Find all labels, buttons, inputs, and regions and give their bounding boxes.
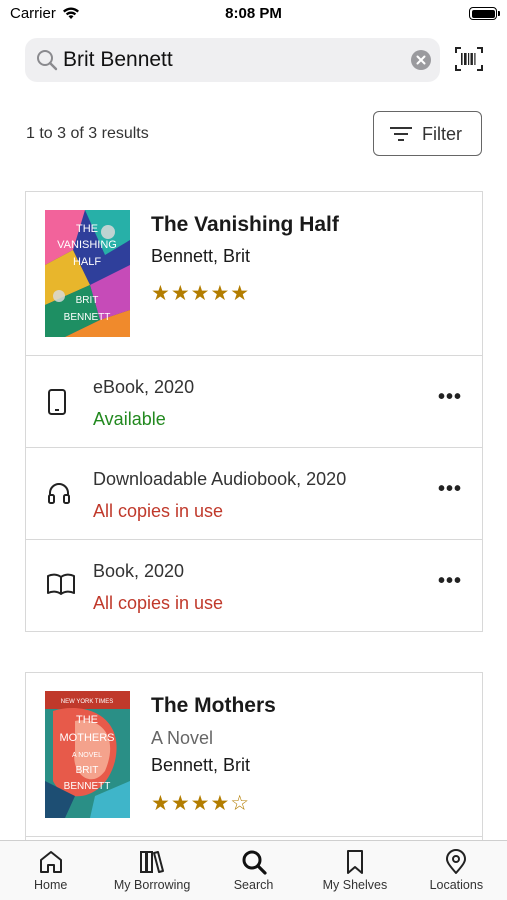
book-title[interactable]: The Vanishing Half [151,213,339,237]
tablet-icon [48,389,66,415]
book-header[interactable]: THE VANISHING HALF BRIT BENNETT The Vani… [26,192,482,356]
book-icon [47,573,75,595]
availability-status: All copies in use [93,501,224,521]
svg-text:MOTHERS: MOTHERS [60,732,115,744]
more-options-button[interactable]: ••• [438,570,462,593]
search-input[interactable] [63,38,423,82]
tab-search[interactable]: Search [203,841,304,900]
format-row-audiobook[interactable]: Downloadable Audiobook, 2020 All copies … [26,448,482,540]
more-options-button[interactable]: ••• [438,478,462,501]
svg-text:BRIT: BRIT [76,295,99,306]
tab-label: Home [34,878,68,892]
filter-button[interactable]: Filter [373,111,482,156]
book-author: Bennett, Brit [151,755,251,775]
availability-status: All copies in use [93,593,224,613]
book-cover[interactable]: THE VANISHING HALF BRIT BENNETT [45,210,130,337]
more-options-button[interactable]: ••• [438,386,462,409]
tab-my-borrowing[interactable]: My Borrowing [101,841,202,900]
filter-label: Filter [422,124,462,144]
close-icon [416,55,426,65]
book-author: Bennett, Brit [151,246,251,266]
rating-stars: ★★★★★ [151,282,251,305]
format-name: Book, 2020 [93,561,185,581]
book-title[interactable]: The Mothers [151,694,276,718]
tab-label: Locations [429,878,484,892]
clock: 8:08 PM [225,5,282,22]
barcode-scan-icon[interactable] [455,46,483,72]
rating-stars: ★★★★☆ [151,792,251,815]
status-bar: Carrier 8:08 PM [0,0,507,30]
clear-search-button[interactable] [411,50,431,70]
tab-label: My Borrowing [113,878,191,892]
format-row-ebook[interactable]: eBook, 2020 Available ••• [26,356,482,448]
tab-bar: Home My Borrowing Search My Shelves Loca… [0,840,507,900]
search-icon [37,50,58,71]
home-icon [39,851,62,873]
results-count: 1 to 3 of 3 results [26,125,149,142]
tab-locations[interactable]: Locations [406,841,507,900]
svg-text:HALF: HALF [73,256,101,268]
svg-text:BENNETT: BENNETT [64,312,111,323]
tab-my-shelves[interactable]: My Shelves [304,841,405,900]
tab-label: Search [233,878,274,892]
book-subtitle: A Novel [151,728,214,748]
result-card: THE VANISHING HALF BRIT BENNETT The Vani… [25,191,483,632]
filter-icon [390,127,412,141]
availability-status: Available [93,409,166,429]
location-pin-icon [446,849,467,874]
search-bar[interactable] [25,38,440,82]
tab-home[interactable]: Home [0,841,101,900]
tab-label: My Shelves [322,878,388,892]
result-card: NEW YORK TIMES THE MOTHERS A NOVEL BRIT … [25,672,483,852]
search-icon [242,850,267,875]
svg-text:BRIT: BRIT [76,765,99,776]
bookmark-icon [346,850,363,874]
svg-text:NEW YORK TIMES: NEW YORK TIMES [61,699,113,705]
format-name: Downloadable Audiobook, 2020 [93,469,347,489]
book-header[interactable]: NEW YORK TIMES THE MOTHERS A NOVEL BRIT … [26,673,482,837]
svg-text:VANISHING: VANISHING [57,239,117,251]
svg-text:THE: THE [76,223,98,235]
format-name: eBook, 2020 [93,377,195,397]
book-cover[interactable]: NEW YORK TIMES THE MOTHERS A NOVEL BRIT … [45,691,130,818]
format-row-book[interactable]: Book, 2020 All copies in use ••• [26,540,482,632]
svg-text:THE: THE [76,714,98,726]
headphones-icon [48,483,70,504]
svg-text:BENNETT: BENNETT [64,781,111,792]
books-icon [140,851,165,873]
svg-text:A NOVEL: A NOVEL [72,752,102,759]
battery-icon [469,7,500,20]
